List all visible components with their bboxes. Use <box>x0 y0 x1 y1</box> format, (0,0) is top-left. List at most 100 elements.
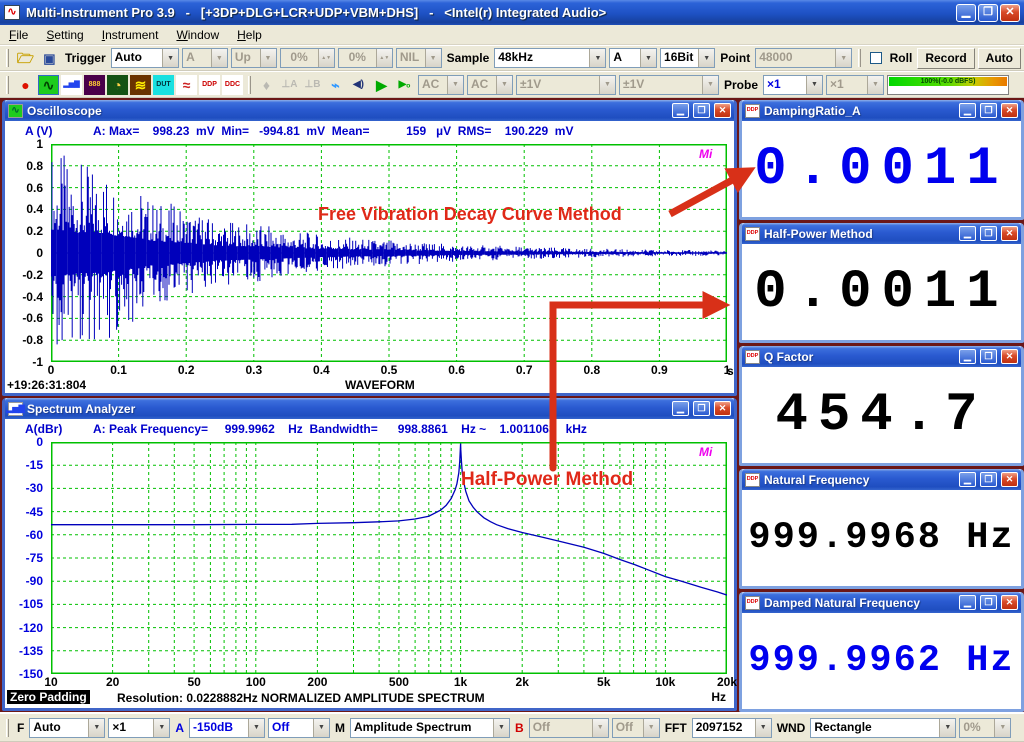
roll-checkbox[interactable] <box>870 52 882 64</box>
ddp-panel-title-bar[interactable]: DDP DampingRatio_A ▁ ❐ ✕ <box>742 100 1021 121</box>
data-logger-icon[interactable]: ◔ <box>107 75 128 95</box>
trigger-level-spinner: 0% ▲▼ <box>280 48 335 68</box>
trigger-mode-select[interactable]: Auto ▼ <box>111 48 179 68</box>
x-tick-label: 200 <box>307 675 327 689</box>
probe-a-select[interactable]: ×1▼ <box>763 75 823 95</box>
sampling-rate-select[interactable]: 48kHz▼ <box>494 48 606 68</box>
ddp-panel-title-bar[interactable]: DDP Damped Natural Frequency ▁ ❐ ✕ <box>742 592 1021 613</box>
app-title-bar: ∿ Multi-Instrument Pro 3.9 - [+3DP+DLG+L… <box>0 0 1024 25</box>
a-range-select[interactable]: -150dB▼ <box>189 718 265 738</box>
device-test-plan-icon[interactable]: DUT <box>153 75 174 95</box>
ddp-panel: DDP Half-Power Method ▁ ❐ ✕ 0.0011 <box>739 223 1024 343</box>
sampling-channel-select[interactable]: A▼ <box>609 48 657 68</box>
window-function-select[interactable]: Rectangle▼ <box>810 718 956 738</box>
menu-item-instrument[interactable]: Instrument <box>93 26 168 44</box>
panel-value: 999.9962 Hz <box>742 613 1021 709</box>
freq-axis-select[interactable]: Auto▼ <box>29 718 105 738</box>
half-power-annotation: Half-Power Method <box>461 469 633 491</box>
range-b-select: ±1V▼ <box>619 75 719 95</box>
ddp-viewer-icon[interactable]: DDP <box>199 75 220 95</box>
chevron-down-icon[interactable]: ▼ <box>939 719 955 737</box>
minimize-button[interactable]: ▁ <box>959 595 976 610</box>
menu-item-help[interactable]: Help <box>228 26 271 44</box>
close-button[interactable]: ✕ <box>1001 349 1018 364</box>
chevron-down-icon[interactable]: ▼ <box>493 719 509 737</box>
chevron-down-icon[interactable]: ▼ <box>162 49 178 67</box>
calibration-b-icon: ⊥B <box>302 75 323 95</box>
freq-mult-select[interactable]: ×1▼ <box>108 718 170 738</box>
chevron-down-icon[interactable]: ▼ <box>88 719 104 737</box>
display-mode-select[interactable]: Amplitude Spectrum▼ <box>350 718 510 738</box>
ddc-viewer-icon[interactable]: DDC <box>222 75 243 95</box>
maximize-button[interactable]: ❐ <box>980 226 997 241</box>
maximize-button[interactable]: ❐ <box>980 349 997 364</box>
panel-title: Natural Frequency <box>764 473 955 487</box>
run-loop-icon[interactable]: ▶ₒ <box>394 75 415 95</box>
record-button[interactable]: Record <box>917 48 974 69</box>
app-title: Multi-Instrument Pro 3.9 - [+3DP+DLG+LCR… <box>26 5 606 20</box>
chevron-down-icon[interactable]: ▼ <box>313 719 329 737</box>
run-icon[interactable]: ▶ <box>371 75 392 95</box>
ddp-icon: DDP <box>745 227 760 241</box>
ddp-panel-title-bar[interactable]: DDP Half-Power Method ▁ ❐ ✕ <box>742 223 1021 244</box>
bit-depth-select[interactable]: 16Bit▼ <box>660 48 715 68</box>
trigger-hpf-select: NIL▼ <box>396 48 442 68</box>
signal-generator-icon[interactable]: ≋ <box>130 75 151 95</box>
app-close-button[interactable]: ✕ <box>1000 4 1020 22</box>
minimize-button[interactable]: ▁ <box>959 226 976 241</box>
chevron-down-icon[interactable]: ▼ <box>153 719 169 737</box>
minimize-button[interactable]: ▁ <box>959 472 976 487</box>
x-axis-labels: 00.10.20.30.40.50.60.70.80.91 <box>5 100 740 396</box>
minimize-button[interactable]: ▁ <box>959 349 976 364</box>
spectrum-analyzer-icon[interactable]: ▂▅▇ <box>61 75 82 95</box>
app-maximize-button[interactable]: ❐ <box>978 4 998 22</box>
close-button[interactable]: ✕ <box>1001 226 1018 241</box>
record-icon[interactable]: ● <box>15 75 36 95</box>
auto-button[interactable]: Auto <box>978 48 1021 69</box>
maximize-button[interactable]: ❐ <box>980 595 997 610</box>
microphone-icon: ♦ <box>256 75 277 95</box>
chevron-down-icon[interactable]: ▼ <box>589 49 605 67</box>
close-button[interactable]: ✕ <box>1001 472 1018 487</box>
a-ref-select[interactable]: Off▼ <box>268 718 330 738</box>
save-file-icon[interactable]: ▣ <box>39 48 60 68</box>
chevron-down-icon[interactable]: ▼ <box>806 76 822 94</box>
ddp-panel-title-bar[interactable]: DDP Natural Frequency ▁ ❐ ✕ <box>742 469 1021 490</box>
chevron-down-icon: ▼ <box>599 76 615 94</box>
chevron-down-icon[interactable]: ▼ <box>755 719 771 737</box>
overlap-select: 0%▼ <box>959 718 1011 738</box>
toolbar-grip <box>6 76 9 94</box>
app-minimize-button[interactable]: ▁ <box>956 4 976 22</box>
main-toolbar: 🗁︎ ▣ Trigger Auto ▼ A▼ Up▼ 0% ▲▼ 0% ▲▼ N… <box>0 45 1024 71</box>
fft-size-select[interactable]: 2097152▼ <box>692 718 772 738</box>
maximize-button[interactable]: ❐ <box>980 472 997 487</box>
spinner-arrows-icon: ▲▼ <box>318 49 334 67</box>
volume-icon[interactable]: ◀) <box>348 75 369 95</box>
ddp-panel-title-bar[interactable]: DDP Q Factor ▁ ❐ ✕ <box>742 346 1021 367</box>
oscilloscope-icon[interactable]: ∿ <box>38 75 59 95</box>
maximize-button[interactable]: ❐ <box>980 103 997 118</box>
x-tick-label: 0.5 <box>381 363 398 377</box>
menu-item-file[interactable]: File <box>0 26 37 44</box>
chevron-down-icon[interactable]: ▼ <box>698 49 714 67</box>
chevron-down-icon[interactable]: ▼ <box>248 719 264 737</box>
probe-calibration-icon[interactable]: ⌁ <box>325 75 346 95</box>
derived-data-curve-icon[interactable]: ≈ <box>176 75 197 95</box>
multimeter-icon[interactable]: 888 <box>84 75 105 95</box>
panel-value: 999.9968 Hz <box>742 490 1021 586</box>
b-range-select: Off▼ <box>529 718 609 738</box>
close-button[interactable]: ✕ <box>1001 103 1018 118</box>
minimize-button[interactable]: ▁ <box>959 103 976 118</box>
menu-item-setting[interactable]: Setting <box>37 26 92 44</box>
x-tick-label: 20k <box>717 675 737 689</box>
chevron-down-icon: ▼ <box>592 719 608 737</box>
toolbar-grip <box>6 49 9 67</box>
menu-item-window[interactable]: Window <box>167 26 228 44</box>
close-button[interactable]: ✕ <box>1001 595 1018 610</box>
x-tick-label: 0.4 <box>313 363 330 377</box>
open-file-icon[interactable]: 🗁︎ <box>15 48 36 68</box>
range-a-select: ±1V▼ <box>516 75 616 95</box>
chevron-down-icon[interactable]: ▼ <box>640 49 656 67</box>
panel-value: 0.0011 <box>742 244 1021 340</box>
wnd-label: WND <box>775 721 808 735</box>
